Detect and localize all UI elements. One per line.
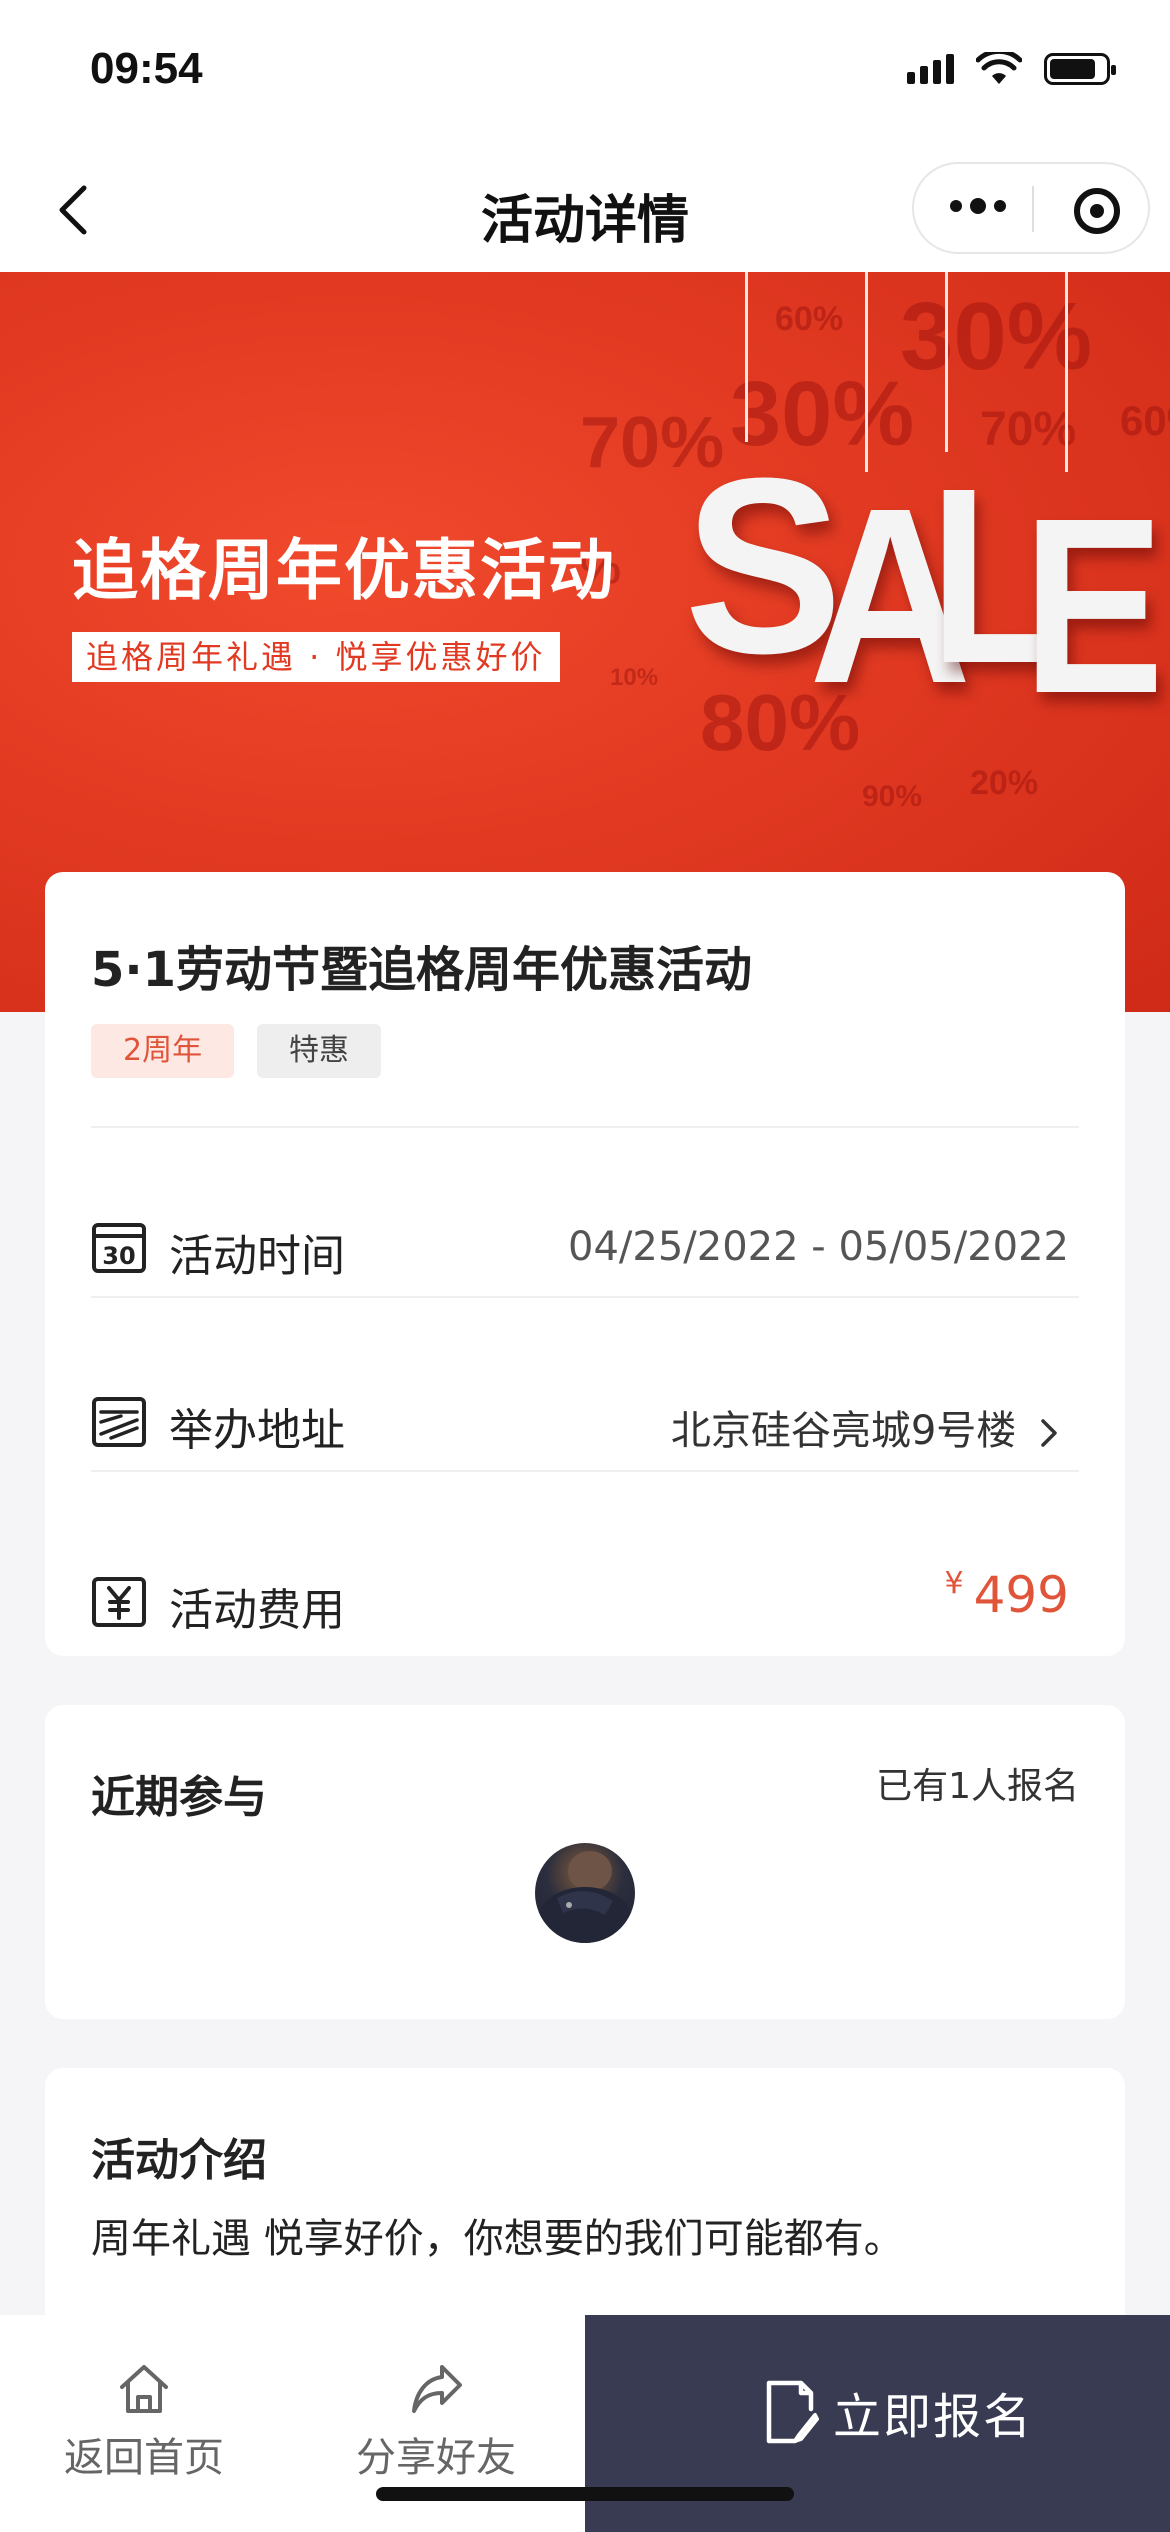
signup-document-icon bbox=[766, 2380, 819, 2444]
bg-percent-text: 60% bbox=[775, 300, 844, 338]
status-time: 09:54 bbox=[90, 44, 203, 93]
navigation-bar: 活动详情 bbox=[0, 150, 1170, 272]
bg-percent-text: 60% bbox=[1120, 397, 1170, 444]
close-miniprogram-icon[interactable] bbox=[1074, 188, 1120, 234]
signup-label: 立即报名 bbox=[833, 2389, 1034, 2445]
share-label: 分享好友 bbox=[356, 2435, 516, 2481]
map-icon bbox=[92, 1397, 146, 1447]
event-address-link[interactable]: 北京硅谷亮城9号楼 bbox=[671, 1398, 1069, 1456]
event-fee-row: 活动费用 ¥499 bbox=[91, 1562, 1069, 1642]
home-label: 返回首页 bbox=[64, 2435, 224, 2481]
event-title: 5·1劳动节暨追格周年优惠活动 bbox=[91, 942, 753, 998]
mini-program-capsule bbox=[912, 162, 1150, 254]
price-value: 499 bbox=[973, 1566, 1069, 1624]
signup-count: 已有1人报名 bbox=[876, 1766, 1079, 1807]
status-icons bbox=[907, 52, 1116, 86]
calendar-icon: 30 bbox=[92, 1223, 146, 1273]
event-info-card: 5·1劳动节暨追格周年优惠活动 2周年 特惠 30 活动时间 04/25/202… bbox=[45, 872, 1125, 1656]
event-time-label: 活动时间 bbox=[169, 1231, 345, 1282]
bg-percent-text: 10% bbox=[610, 664, 659, 691]
event-time-row: 30 活动时间 04/25/2022 - 05/05/2022 bbox=[91, 1208, 1069, 1288]
event-time-value: 04/25/2022 - 05/05/2022 bbox=[568, 1224, 1069, 1270]
home-button[interactable]: 返回首页 bbox=[44, 2359, 244, 2483]
home-indicator bbox=[376, 2487, 794, 2501]
event-address-value: 北京硅谷亮城9号楼 bbox=[670, 1408, 1017, 1454]
intro-title: 活动介绍 bbox=[91, 2135, 267, 2186]
bg-percent-text: 20% bbox=[970, 764, 1039, 802]
banner-title: 追格周年优惠活动 bbox=[72, 532, 616, 609]
event-fee-value: ¥499 bbox=[944, 1566, 1069, 1624]
avatar-image bbox=[537, 1851, 633, 1943]
svg-text:30: 30 bbox=[102, 1242, 135, 1270]
home-icon bbox=[120, 2365, 168, 2413]
event-fee-label: 活动费用 bbox=[169, 1585, 345, 1636]
chevron-right-icon bbox=[1041, 1419, 1057, 1447]
tag-anniversary: 2周年 bbox=[91, 1024, 235, 1078]
recent-participants-card: 近期参与 已有1人报名 bbox=[45, 1705, 1125, 2019]
yuan-icon bbox=[92, 1577, 146, 1627]
bg-percent-text: 30% bbox=[900, 283, 1093, 390]
divider bbox=[91, 1126, 1079, 1128]
tag-special-offer: 特惠 bbox=[257, 1024, 381, 1078]
share-button[interactable]: 分享好友 bbox=[336, 2359, 536, 2483]
battery-icon bbox=[1044, 53, 1116, 85]
banner-subtitle: 追格周年礼遇 · 悦享优惠好价 bbox=[72, 632, 560, 682]
divider bbox=[91, 1470, 1079, 1472]
cellular-signal-icon bbox=[907, 54, 954, 84]
capsule-divider bbox=[1032, 186, 1034, 232]
event-address-label: 举办地址 bbox=[169, 1405, 345, 1456]
sale-letter: E bbox=[1022, 466, 1165, 745]
wifi-icon bbox=[976, 52, 1022, 84]
bg-percent-text: 90% bbox=[862, 780, 923, 813]
currency-symbol: ¥ bbox=[944, 1566, 964, 1601]
status-bar: 09:54 bbox=[0, 0, 1170, 150]
recent-title: 近期参与 bbox=[91, 1772, 267, 1823]
event-address-row[interactable]: 举办地址 北京硅谷亮城9号楼 bbox=[91, 1382, 1069, 1462]
avatar[interactable] bbox=[535, 1843, 635, 1943]
intro-text: 周年礼遇 悦享好价，你想要的我们可能都有。 bbox=[91, 2216, 904, 2262]
more-options-icon[interactable] bbox=[950, 198, 1006, 214]
share-icon bbox=[412, 2365, 462, 2413]
divider bbox=[91, 1296, 1079, 1298]
